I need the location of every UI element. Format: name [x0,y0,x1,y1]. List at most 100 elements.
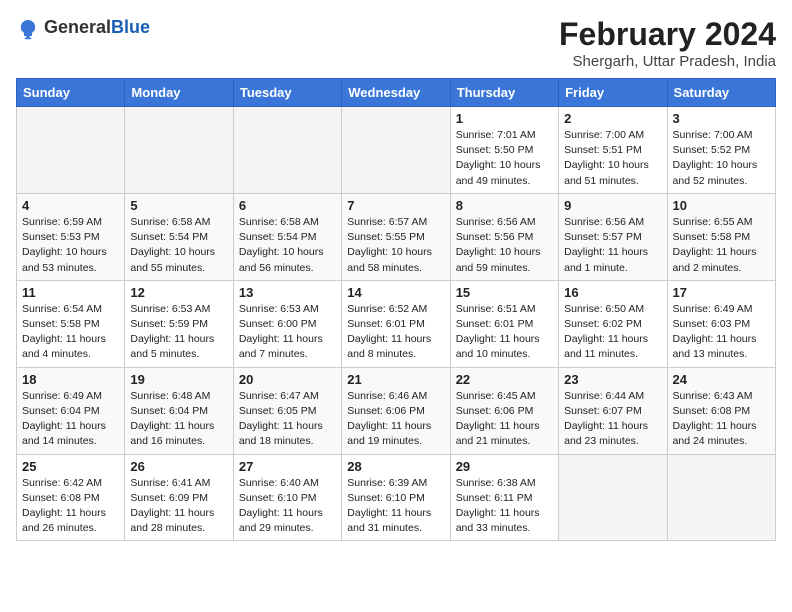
day-info: Sunrise: 6:55 AMSunset: 5:58 PMDaylight:… [673,215,770,276]
page-header: GeneralBlue February 2024 Shergarh, Utta… [16,16,776,70]
calendar-cell [125,107,233,194]
day-number: 14 [347,285,444,300]
day-number: 29 [456,459,553,474]
calendar-cell: 5 Sunrise: 6:58 AMSunset: 5:54 PMDaylight… [125,193,233,280]
day-info: Sunrise: 6:40 AMSunset: 6:10 PMDaylight:… [239,476,336,537]
calendar-cell: 12 Sunrise: 6:53 AMSunset: 5:59 PMDayligh… [125,280,233,367]
day-info: Sunrise: 6:58 AMSunset: 5:54 PMDaylight:… [130,215,227,276]
calendar-table: SundayMondayTuesdayWednesdayThursdayFrid… [16,78,776,541]
day-number: 20 [239,372,336,387]
calendar-cell [342,107,450,194]
day-number: 13 [239,285,336,300]
day-info: Sunrise: 6:53 AMSunset: 6:00 PMDaylight:… [239,302,336,363]
day-number: 23 [564,372,661,387]
calendar-cell: 3 Sunrise: 7:00 AMSunset: 5:52 PMDaylight… [667,107,775,194]
calendar-week-row: 1Sunrise: 7:01 AMSunset: 5:50 PMDaylight… [17,107,776,194]
day-number: 21 [347,372,444,387]
day-number: 12 [130,285,227,300]
day-info: Sunrise: 6:44 AMSunset: 6:07 PMDaylight:… [564,389,661,450]
calendar-cell: 20 Sunrise: 6:47 AMSunset: 6:05 PMDayligh… [233,367,341,454]
day-info: Sunrise: 7:00 AMSunset: 5:52 PMDaylight:… [673,128,770,189]
day-info: Sunrise: 6:38 AMSunset: 6:11 PMDaylight:… [456,476,553,537]
day-number: 27 [239,459,336,474]
calendar-cell: 1Sunrise: 7:01 AMSunset: 5:50 PMDaylight… [450,107,558,194]
calendar-cell: 27 Sunrise: 6:40 AMSunset: 6:10 PMDayligh… [233,454,341,541]
day-info: Sunrise: 6:41 AMSunset: 6:09 PMDaylight:… [130,476,227,537]
calendar-cell: 4 Sunrise: 6:59 AMSunset: 5:53 PMDaylight… [17,193,125,280]
day-number: 1 [456,111,553,126]
day-info: Sunrise: 6:56 AMSunset: 5:56 PMDaylight:… [456,215,553,276]
day-number: 25 [22,459,119,474]
day-info: Sunrise: 6:39 AMSunset: 6:10 PMDaylight:… [347,476,444,537]
calendar-cell: 18Sunrise: 6:49 AMSunset: 6:04 PMDayligh… [17,367,125,454]
day-info: Sunrise: 6:46 AMSunset: 6:06 PMDaylight:… [347,389,444,450]
day-number: 2 [564,111,661,126]
day-number: 9 [564,198,661,213]
day-info: Sunrise: 6:52 AMSunset: 6:01 PMDaylight:… [347,302,444,363]
day-number: 3 [673,111,770,126]
logo-general: General [44,18,111,38]
calendar-cell: 23 Sunrise: 6:44 AMSunset: 6:07 PMDayligh… [559,367,667,454]
day-info: Sunrise: 6:49 AMSunset: 6:03 PMDaylight:… [673,302,770,363]
day-info: Sunrise: 6:47 AMSunset: 6:05 PMDaylight:… [239,389,336,450]
day-number: 16 [564,285,661,300]
calendar-cell: 19Sunrise: 6:48 AMSunset: 6:04 PMDayligh… [125,367,233,454]
day-number: 7 [347,198,444,213]
calendar-cell [667,454,775,541]
calendar-cell: 6Sunrise: 6:58 AMSunset: 5:54 PMDaylight… [233,193,341,280]
day-info: Sunrise: 7:00 AMSunset: 5:51 PMDaylight:… [564,128,661,189]
calendar-cell: 2 Sunrise: 7:00 AMSunset: 5:51 PMDaylight… [559,107,667,194]
day-number: 10 [673,198,770,213]
column-header-saturday: Saturday [667,79,775,107]
day-number: 11 [22,285,119,300]
day-info: Sunrise: 6:53 AMSunset: 5:59 PMDaylight:… [130,302,227,363]
calendar-header-row: SundayMondayTuesdayWednesdayThursdayFrid… [17,79,776,107]
calendar-cell: 22 Sunrise: 6:45 AMSunset: 6:06 PMDayligh… [450,367,558,454]
calendar-cell: 28 Sunrise: 6:39 AMSunset: 6:10 PMDayligh… [342,454,450,541]
calendar-week-row: 4 Sunrise: 6:59 AMSunset: 5:53 PMDaylight… [17,193,776,280]
calendar-cell [233,107,341,194]
day-number: 26 [130,459,227,474]
day-number: 4 [22,198,119,213]
column-header-tuesday: Tuesday [233,79,341,107]
day-info: Sunrise: 6:49 AMSunset: 6:04 PMDaylight:… [22,389,119,450]
day-info: Sunrise: 6:45 AMSunset: 6:06 PMDaylight:… [456,389,553,450]
logo-text: GeneralBlue [44,18,150,38]
logo-icon [16,16,40,40]
logo-blue: Blue [111,18,150,38]
day-number: 19 [130,372,227,387]
day-number: 15 [456,285,553,300]
calendar-cell: 17 Sunrise: 6:49 AMSunset: 6:03 PMDayligh… [667,280,775,367]
calendar-cell: 10 Sunrise: 6:55 AMSunset: 5:58 PMDayligh… [667,193,775,280]
day-number: 24 [673,372,770,387]
calendar-cell: 11 Sunrise: 6:54 AMSunset: 5:58 PMDayligh… [17,280,125,367]
calendar-cell: 9 Sunrise: 6:56 AMSunset: 5:57 PMDaylight… [559,193,667,280]
calendar-week-row: 18Sunrise: 6:49 AMSunset: 6:04 PMDayligh… [17,367,776,454]
calendar-cell: 14 Sunrise: 6:52 AMSunset: 6:01 PMDayligh… [342,280,450,367]
column-header-wednesday: Wednesday [342,79,450,107]
day-info: Sunrise: 6:57 AMSunset: 5:55 PMDaylight:… [347,215,444,276]
day-info: Sunrise: 6:59 AMSunset: 5:53 PMDaylight:… [22,215,119,276]
location: Shergarh, Uttar Pradesh, India [559,53,776,70]
day-number: 5 [130,198,227,213]
month-year: February 2024 [559,16,776,53]
calendar-cell: 26 Sunrise: 6:41 AMSunset: 6:09 PMDayligh… [125,454,233,541]
calendar-cell: 13 Sunrise: 6:53 AMSunset: 6:00 PMDayligh… [233,280,341,367]
calendar-cell [17,107,125,194]
column-header-sunday: Sunday [17,79,125,107]
day-info: Sunrise: 6:56 AMSunset: 5:57 PMDaylight:… [564,215,661,276]
column-header-monday: Monday [125,79,233,107]
calendar-week-row: 11 Sunrise: 6:54 AMSunset: 5:58 PMDayligh… [17,280,776,367]
calendar-cell: 21 Sunrise: 6:46 AMSunset: 6:06 PMDayligh… [342,367,450,454]
calendar-cell: 24 Sunrise: 6:43 AMSunset: 6:08 PMDayligh… [667,367,775,454]
day-number: 28 [347,459,444,474]
day-info: Sunrise: 6:43 AMSunset: 6:08 PMDaylight:… [673,389,770,450]
day-number: 17 [673,285,770,300]
day-number: 22 [456,372,553,387]
column-header-friday: Friday [559,79,667,107]
day-info: Sunrise: 6:54 AMSunset: 5:58 PMDaylight:… [22,302,119,363]
day-info: Sunrise: 6:58 AMSunset: 5:54 PMDaylight:… [239,215,336,276]
calendar-cell: 25Sunrise: 6:42 AMSunset: 6:08 PMDayligh… [17,454,125,541]
day-info: Sunrise: 6:51 AMSunset: 6:01 PMDaylight:… [456,302,553,363]
title-block: February 2024 Shergarh, Uttar Pradesh, I… [559,16,776,70]
